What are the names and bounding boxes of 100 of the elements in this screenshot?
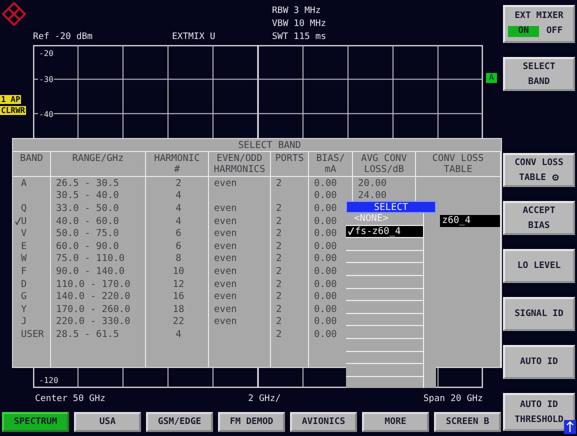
table-cell: 60.0 - 90.0	[56, 240, 119, 252]
table-cell: even	[214, 278, 237, 290]
table-cell: 50.0 - 75.0	[56, 228, 119, 240]
trace-marker: A	[486, 73, 497, 83]
table-cell: 2	[276, 228, 282, 240]
mode-tab[interactable]: MORE	[362, 412, 429, 432]
table-cell: 0.00	[314, 240, 337, 252]
table-cell: even	[214, 240, 237, 252]
table-cell: 110.0 - 170.0	[56, 278, 130, 290]
table-cell: 26.5 - 30.5	[56, 178, 119, 189]
popup-item[interactable]: fs-z60_4	[346, 226, 423, 238]
sweep-setting: RBW 3 MHz	[272, 6, 322, 16]
table-cell: 4	[176, 216, 182, 227]
trace-label: 1 AP	[0, 95, 22, 104]
table-cell: 12	[172, 278, 184, 290]
table-cell: 0.00	[314, 253, 337, 264]
popup-title: SELECT	[374, 202, 408, 213]
table-cell: even	[214, 291, 237, 302]
column-header: CONV LOSS TABLE	[432, 153, 484, 176]
column-header: EVEN/ODD HARMONICS	[214, 153, 266, 176]
table-cell: 0.00	[314, 202, 337, 214]
table-cell: even	[214, 178, 237, 189]
column-header: HARMONIC #	[154, 153, 200, 176]
table-cell: 2	[276, 266, 282, 277]
table-cell: even	[214, 253, 237, 264]
softkey-button[interactable]: SIGNAL ID	[503, 297, 575, 331]
table-cell: 2	[276, 291, 282, 302]
table-cell: 90.0 - 140.0	[56, 266, 125, 277]
mode-tab[interactable]: SPECTRUM	[2, 412, 69, 432]
reference-level: Ref -20 dBm	[33, 32, 93, 42]
table-cell: F	[21, 266, 27, 277]
table-cell: 6	[176, 240, 182, 252]
ext-mixer-button[interactable]: EXT MIXER ON OFF	[503, 5, 575, 43]
up-arrow-icon[interactable]	[564, 420, 576, 434]
check-icon	[348, 227, 354, 236]
table-cell: 16	[172, 291, 184, 302]
level-label: -20	[38, 49, 54, 58]
table-cell: J	[21, 316, 27, 328]
table-cell: W	[21, 253, 27, 264]
softkey-button[interactable]: LO LEVEL	[503, 249, 575, 283]
table-cell: even	[214, 266, 237, 277]
submenu-icon	[552, 174, 560, 181]
table-cell: 0.00	[314, 266, 337, 277]
table-cell: 2	[276, 240, 282, 252]
table-cell: even	[214, 202, 237, 214]
table-cell: 2	[276, 202, 282, 214]
table-cell: V	[21, 228, 27, 240]
table-cell: A	[21, 178, 27, 189]
table-cell: 2	[276, 178, 282, 189]
table-cell: 0.00	[314, 328, 337, 340]
softkey-button[interactable]: ACCEPT BIAS	[503, 201, 575, 235]
table-cell: U	[21, 216, 27, 227]
table-cell: 28.5 - 61.5	[56, 328, 119, 340]
table-cell: Y	[21, 304, 27, 315]
column-header: PORTS	[275, 153, 304, 166]
table-cell: 0.00	[314, 178, 337, 189]
table-cell: 0.00	[314, 316, 337, 328]
mode-tab[interactable]: FM DEMOD	[218, 412, 285, 432]
table-cell: 2	[276, 316, 282, 328]
table-cell: 2	[276, 216, 282, 227]
table-cell: 140.0 - 220.0	[56, 291, 130, 302]
table-cell: even	[214, 316, 237, 328]
center-frequency: Center 50 GHz	[35, 394, 106, 404]
table-cell: G	[21, 291, 27, 302]
softkey-button[interactable]: AUTO ID	[503, 345, 575, 379]
table-cell: Q	[21, 202, 27, 214]
mode-tab[interactable]: USA	[74, 412, 141, 432]
table-cell: even	[214, 228, 237, 240]
mode-tab[interactable]: AVIONICS	[290, 412, 357, 432]
table-cell: 4	[176, 202, 182, 214]
table-cell: 2	[276, 304, 282, 315]
softkey-button[interactable]: CONV LOSS TABLE	[503, 153, 575, 187]
table-cell: 24.00	[358, 190, 387, 202]
table-cell: 8	[176, 253, 182, 264]
table-cell: 20.00	[358, 178, 387, 189]
sweep-setting: SWT 115 ms	[272, 32, 326, 42]
frequency-division: 2 GHz/	[248, 394, 281, 404]
table-cell: 40.0 - 60.0	[56, 216, 119, 227]
table-cell: 4	[176, 190, 182, 202]
column-header: RANGE/GHz	[72, 153, 124, 166]
table-cell: D	[21, 278, 27, 290]
mode-tab[interactable]: SCREEN B	[434, 412, 501, 432]
table-cell: 22	[172, 316, 184, 328]
softkey-button[interactable]: AUTO ID THRESHOLD	[503, 393, 575, 431]
table-cell: E	[21, 240, 27, 252]
table-cell: 10	[172, 266, 184, 277]
trace-label: CLRWR	[0, 106, 26, 115]
frequency-span: Span 20 GHz	[423, 394, 483, 404]
table-cell[interactable]: z60_4	[440, 215, 500, 228]
table-cell: 2	[276, 253, 282, 264]
table-cell: 75.0 - 110.0	[56, 253, 125, 264]
table-cell: 0.00	[314, 228, 337, 240]
dialog-title: SELECT BAND	[238, 140, 301, 151]
table-cell: 0.00	[314, 278, 337, 290]
table-cell: 0.00	[314, 304, 337, 315]
softkey-button[interactable]: SELECT BAND	[503, 57, 575, 91]
level-label: -120	[38, 376, 60, 385]
column-header: BAND	[20, 153, 43, 166]
column-header: AVG CONV LOSS/dB	[361, 153, 407, 176]
mode-tab[interactable]: GSM/EDGE	[146, 412, 213, 432]
